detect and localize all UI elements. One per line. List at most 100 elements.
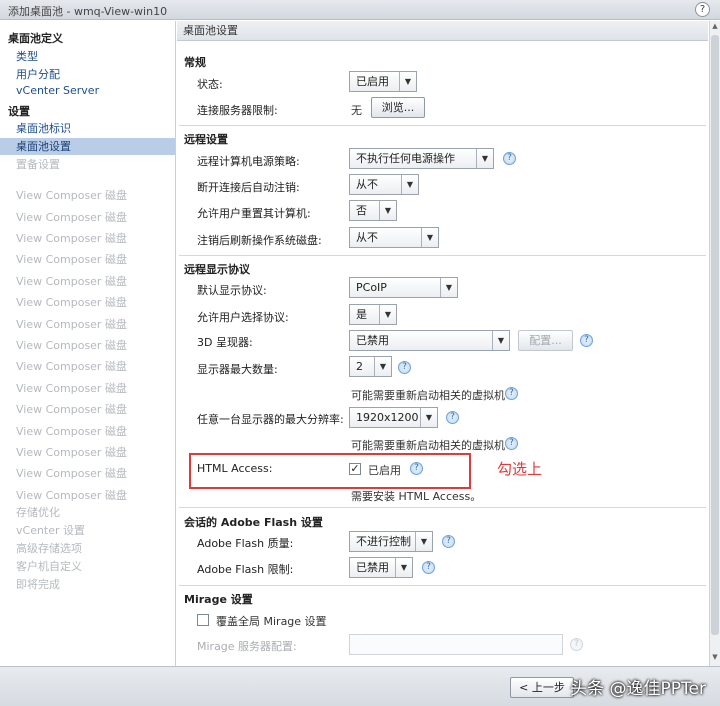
sidebar-item: 存储优化 — [16, 506, 60, 519]
help-icon[interactable]: ? — [410, 462, 423, 475]
sidebar-item: View Composer 磁盘 — [16, 189, 127, 202]
allow-choose-protocol-value: 是 — [356, 308, 367, 321]
sidebar-item[interactable]: 桌面池设置 — [0, 138, 175, 155]
sidebar-item[interactable]: 用户分配 — [16, 66, 60, 82]
sidebar-item: View Composer 磁盘 — [16, 360, 127, 373]
sidebar-item[interactable]: 类型 — [16, 48, 38, 64]
sidebar-item: vCenter 设置 — [16, 524, 86, 537]
max-monitors-value: 2 — [356, 360, 363, 373]
scrollbar-thumb[interactable] — [711, 35, 719, 635]
state-select-value: 已启用 — [356, 75, 389, 88]
scroll-down-icon[interactable]: ▼ — [710, 653, 720, 665]
back-button[interactable]: < 上一步 — [510, 677, 574, 698]
sidebar-item: 设置 — [8, 105, 30, 118]
pane-header: 桌面池设置 — [177, 21, 708, 41]
watermark: 头条 @逸佳PPTer — [570, 679, 706, 699]
renderer-select[interactable]: 已禁用 ▼ — [349, 330, 510, 351]
monitors-restart-note: 可能需要重新启动相关的虚拟机 — [351, 389, 505, 402]
help-icon[interactable]: ? — [503, 152, 516, 165]
allow-reset-select[interactable]: 否 ▼ — [349, 200, 397, 221]
html-access-note: 需要安装 HTML Access。 — [351, 490, 482, 503]
help-icon[interactable]: ? — [398, 361, 411, 374]
max-resolution-value: 1920x1200 — [356, 411, 419, 424]
sidebar-item: 即将完成 — [16, 578, 60, 591]
help-icon[interactable]: ? — [422, 561, 435, 574]
chevron-down-icon: ▼ — [415, 532, 432, 551]
refresh-disk-label: 注销后刷新操作系统磁盘: — [197, 234, 322, 247]
divider — [179, 585, 706, 586]
max-resolution-label: 任意一台显示器的最大分辨率: — [197, 413, 344, 426]
sidebar-item: 客户机自定义 — [16, 560, 82, 573]
auto-logoff-select[interactable]: 从不 ▼ — [349, 174, 419, 195]
chevron-down-icon: ▼ — [492, 331, 509, 350]
default-protocol-label: 默认显示协议: — [197, 284, 267, 297]
sidebar-item: View Composer 磁盘 — [16, 446, 127, 459]
state-select[interactable]: 已启用 ▼ — [349, 71, 417, 92]
section-display-title: 远程显示协议 — [184, 263, 250, 276]
sidebar-item[interactable]: vCenter Server — [16, 84, 99, 97]
chevron-down-icon: ▼ — [374, 357, 391, 376]
max-monitors-label: 显示器最大数量: — [197, 363, 278, 376]
html-access-label: HTML Access: — [197, 462, 273, 475]
allow-choose-protocol-label: 允许用户选择协议: — [197, 311, 289, 324]
auto-logoff-label: 断开连接后自动注销: — [197, 181, 300, 194]
help-icon[interactable]: ? — [505, 387, 518, 400]
html-access-value: 已启用 — [368, 464, 401, 477]
sidebar-item: View Composer 磁盘 — [16, 403, 127, 416]
help-icon[interactable]: ? — [570, 638, 583, 651]
conn-server-value: 无 — [351, 104, 362, 117]
scroll-up-icon[interactable]: ▲ — [710, 22, 720, 34]
conn-server-label: 连接服务器限制: — [197, 104, 278, 117]
refresh-disk-select[interactable]: 从不 ▼ — [349, 227, 439, 248]
sidebar-item[interactable]: 桌面池标识 — [16, 120, 71, 136]
html-access-checkbox[interactable]: ✓ — [349, 463, 361, 475]
mirage-override-checkbox[interactable] — [197, 614, 209, 626]
chevron-down-icon: ▼ — [401, 175, 418, 194]
help-icon[interactable]: ? — [505, 437, 518, 450]
help-icon[interactable]: ? — [446, 411, 459, 424]
default-protocol-value: PCoIP — [356, 281, 387, 294]
browse-button[interactable]: 浏览... — [371, 97, 425, 118]
flash-quality-label: Adobe Flash 质量: — [197, 537, 294, 550]
chevron-down-icon: ▼ — [421, 228, 438, 247]
sidebar-item: View Composer 磁盘 — [16, 425, 127, 438]
sidebar-item: View Composer 磁盘 — [16, 232, 127, 245]
mirage-override-label: 覆盖全局 Mirage 设置 — [216, 615, 327, 628]
configure-button[interactable]: 配置... — [518, 330, 573, 351]
divider — [179, 255, 706, 256]
chevron-down-icon: ▼ — [420, 408, 437, 427]
allow-choose-protocol-select[interactable]: 是 ▼ — [349, 304, 397, 325]
flash-throttle-label: Adobe Flash 限制: — [197, 563, 294, 576]
sidebar-item: View Composer 磁盘 — [16, 318, 127, 331]
power-policy-select[interactable]: 不执行任何电源操作 ▼ — [349, 148, 494, 169]
sidebar-item: View Composer 磁盘 — [16, 467, 127, 480]
flash-quality-value: 不进行控制 — [356, 535, 411, 548]
help-icon[interactable]: ? — [580, 334, 593, 347]
auto-logoff-value: 从不 — [356, 178, 378, 191]
vertical-scrollbar[interactable]: ▲ ▼ — [709, 21, 720, 666]
allow-reset-value: 否 — [356, 204, 367, 217]
power-policy-value: 不执行任何电源操作 — [356, 152, 455, 165]
mirage-server-label: Mirage 服务器配置: — [197, 640, 297, 653]
section-general-title: 常规 — [184, 56, 206, 69]
renderer-value: 已禁用 — [356, 334, 389, 347]
sidebar-item: View Composer 磁盘 — [16, 382, 127, 395]
max-monitors-select[interactable]: 2 ▼ — [349, 356, 392, 377]
chevron-down-icon: ▼ — [440, 278, 457, 297]
title-bar: 添加桌面池 - wmq-View-win10 ? — [0, 0, 720, 20]
flash-quality-select[interactable]: 不进行控制 ▼ — [349, 531, 433, 552]
divider — [179, 507, 706, 508]
help-icon[interactable]: ? — [695, 2, 710, 17]
wizard-sidebar: 桌面池定义 类型 用户分配 vCenter Server 设置 桌面池标识 桌面池设置 置备设… — [0, 21, 176, 666]
flash-throttle-value: 已禁用 — [356, 561, 389, 574]
sidebar-item: View Composer 磁盘 — [16, 296, 127, 309]
renderer-label: 3D 呈现器: — [197, 336, 253, 349]
mirage-server-input[interactable] — [349, 634, 563, 655]
sidebar-item: View Composer 磁盘 — [16, 211, 127, 224]
section-mirage-title: Mirage 设置 — [184, 593, 253, 606]
flash-throttle-select[interactable]: 已禁用 ▼ — [349, 557, 413, 578]
max-resolution-select[interactable]: 1920x1200 ▼ — [349, 407, 438, 428]
help-icon[interactable]: ? — [442, 535, 455, 548]
chevron-down-icon: ▼ — [395, 558, 412, 577]
default-protocol-select[interactable]: PCoIP ▼ — [349, 277, 458, 298]
